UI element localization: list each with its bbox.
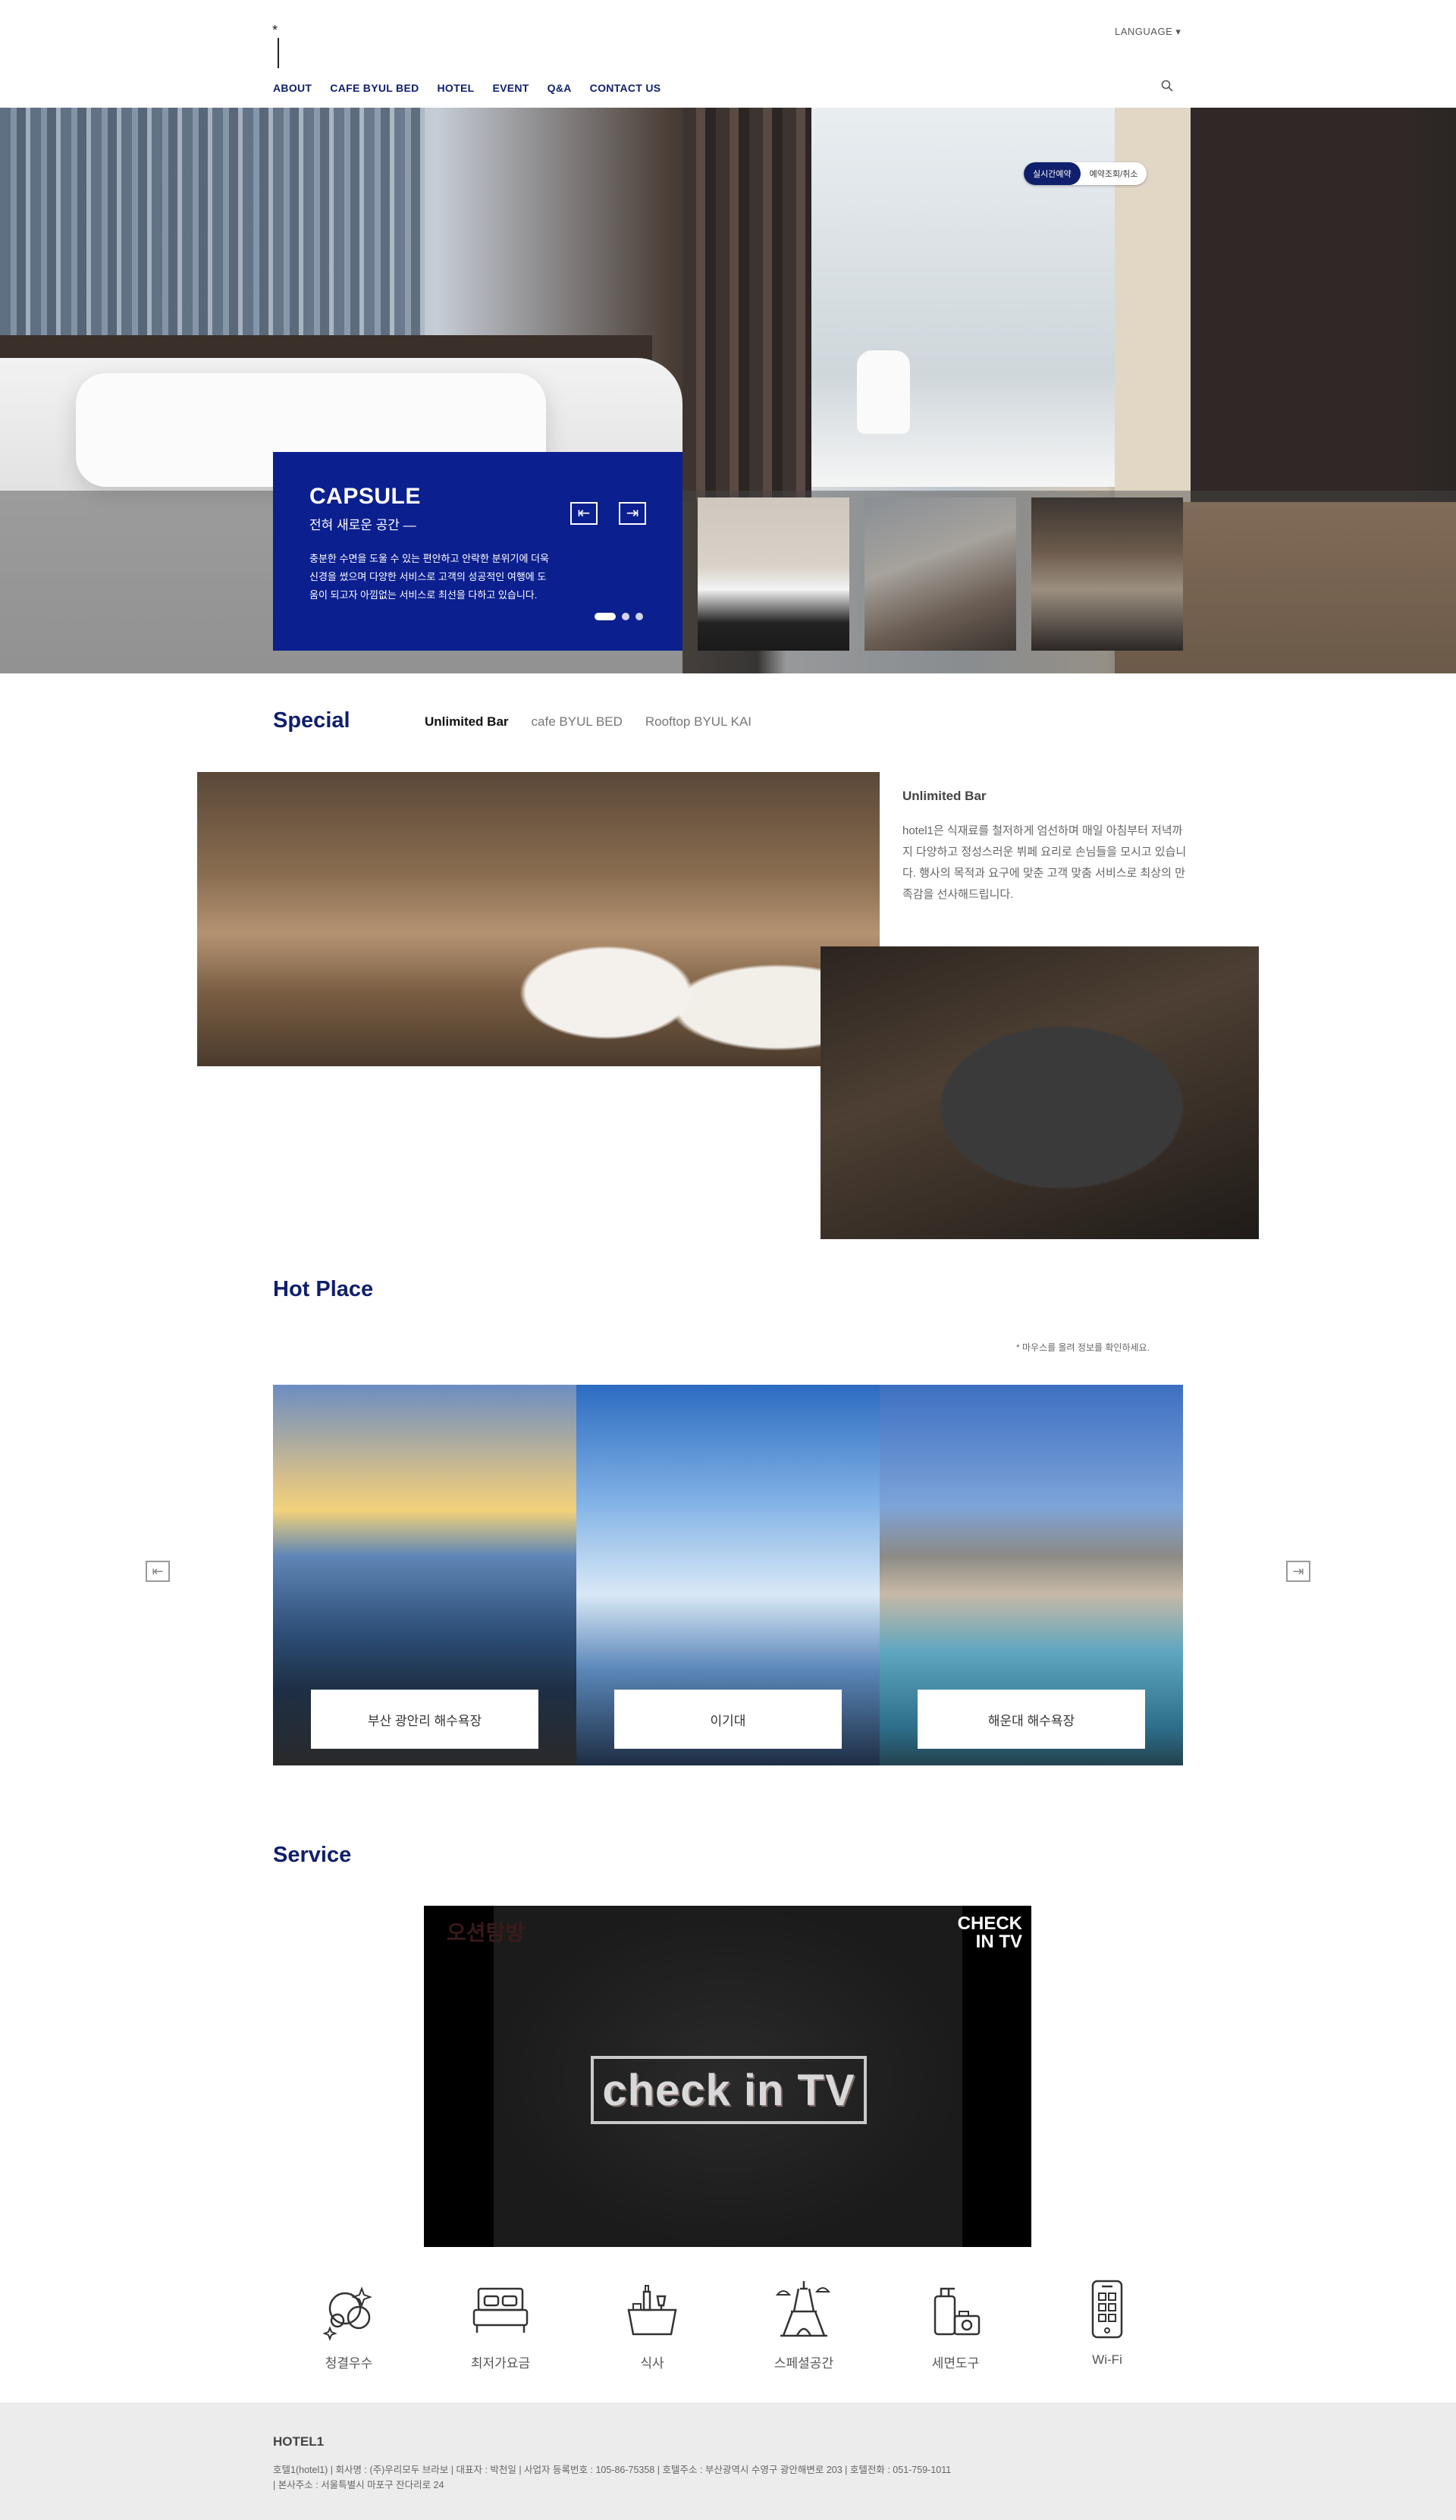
service-label: 스페셜공간 [774, 2356, 834, 2371]
nav-event[interactable]: EVENT [492, 82, 529, 94]
service-label: 청결우수 [325, 2356, 373, 2371]
prev-arrow-icon[interactable]: ⇤ [570, 502, 598, 525]
service-item-special-space: 스페셜공간 [758, 2275, 849, 2371]
slide-thumbnail-3[interactable] [1031, 497, 1183, 651]
slide-thumbnail-2[interactable] [864, 497, 1016, 651]
toiletries-icon [934, 2287, 981, 2336]
service-label: 식사 [640, 2356, 664, 2371]
service-item-toiletries: 세면도구 [910, 2275, 1001, 2371]
slide-thumbnail-1[interactable] [698, 497, 849, 651]
pagination-dot-3[interactable] [635, 613, 643, 620]
footer-hq-address: | 본사주소 : 서울특별시 마포구 잔다리로 24 [273, 2480, 444, 2490]
hot-place-prev-icon[interactable]: ⇤ [146, 1561, 170, 1582]
tab-booking-lookup[interactable]: 예약조회/취소 [1081, 162, 1147, 185]
video-corner-logo: CHECK IN TV [957, 1913, 1022, 1952]
hot-place-label: 부산 광안리 해수욕장 [311, 1690, 538, 1749]
service-title: Service [273, 1843, 352, 1867]
special-heading: Unlimited Bar [902, 789, 987, 803]
hero-curtain [682, 108, 811, 502]
service-item-meal: 식사 [607, 2275, 698, 2371]
footer-company-info: 호텔1(hotel1) | 회사명 : (주)우리모두 브라보 | 대표자 : … [273, 2465, 952, 2475]
special-title: Special [273, 708, 350, 733]
language-selector[interactable]: LANGUAGE ▾ [1115, 26, 1181, 38]
special-photo-plate [821, 946, 1259, 1239]
bed-icon [472, 2287, 529, 2333]
eiffel-tower-icon [775, 2281, 831, 2337]
reservation-tabs: 실시간예약 예약조회/취소 [1024, 162, 1147, 185]
hero-door [1191, 108, 1418, 502]
next-arrow-icon[interactable]: ⇥ [619, 502, 646, 525]
nav-cafe-byul-bed[interactable]: CAFE BYUL BED [330, 82, 419, 94]
slide-arrows: ⇤ ⇥ [570, 502, 646, 525]
nav-hotel[interactable]: HOTEL [438, 82, 475, 94]
hot-place-card-igidae[interactable]: 이기대 [576, 1385, 880, 1765]
nav-contact-us[interactable]: CONTACT US [590, 82, 661, 94]
hover-hint: * 마우스를 올려 정보를 확인하세요. [1016, 1342, 1150, 1353]
tab-rooftop-byul-kai[interactable]: Rooftop BYUL KAI [645, 714, 752, 730]
video-player[interactable]: 오션탐방 CHECK IN TV check in TV [424, 1906, 1031, 2247]
slide-pagination [595, 613, 643, 620]
hero-toilet [857, 350, 910, 434]
hot-place-title: Hot Place [273, 1277, 374, 1301]
nav-qna[interactable]: Q&A [548, 82, 572, 94]
main-nav: ABOUT CAFE BYUL BED HOTEL EVENT Q&A CONT… [273, 82, 661, 94]
dining-table-icon [627, 2285, 677, 2336]
logo[interactable]: * [272, 23, 278, 39]
special-body: hotel1은 식재료를 철저하게 엄선하며 매일 아침부터 저녁까지 다양하고… [902, 824, 1187, 901]
service-label: 최저가요금 [470, 2356, 531, 2371]
video-watermark: 오션탐방 [447, 1921, 526, 1944]
hot-place-card-gwangalli[interactable]: 부산 광안리 해수욕장 [273, 1385, 576, 1765]
special-photo-buffet [197, 772, 880, 1066]
smartphone-icon [1091, 2280, 1123, 2339]
service-item-price: 최저가요금 [455, 2275, 546, 2371]
nav-about[interactable]: ABOUT [273, 82, 312, 94]
footer-brand: HOTEL1 [273, 2434, 325, 2449]
pagination-dot-1[interactable] [595, 613, 616, 620]
logo-line [278, 38, 279, 68]
service-item-clean: 청결우수 [303, 2275, 394, 2371]
tab-cafe-byul-bed[interactable]: cafe BYUL BED [532, 714, 623, 730]
hot-place-label: 해운대 해수욕장 [918, 1690, 1145, 1749]
hero-slide-card: CAPSULE 전혀 새로운 공간 — 충분한 수면을 도울 수 있는 편안하고… [273, 452, 682, 651]
video-title-logo: check in TV [591, 2056, 867, 2124]
special-tabs: Unlimited Bar cafe BYUL BED Rooftop BYUL… [425, 714, 752, 730]
service-label: Wi-Fi [1092, 2352, 1122, 2367]
pagination-dot-2[interactable] [622, 613, 629, 620]
tab-unlimited-bar[interactable]: Unlimited Bar [425, 714, 509, 730]
special-description: Unlimited Bar hotel1은 식재료를 철저하게 엄선하며 매일 … [902, 789, 1191, 905]
search-icon[interactable] [1160, 79, 1174, 93]
bubbles-icon [322, 2286, 372, 2341]
service-item-wifi: Wi-Fi [1062, 2275, 1153, 2368]
service-label: 세면도구 [931, 2356, 980, 2371]
hot-place-next-icon[interactable]: ⇥ [1286, 1561, 1310, 1582]
hot-place-label: 이기대 [614, 1690, 842, 1749]
hot-place-card-haeundae[interactable]: 해운대 해수욕장 [880, 1385, 1183, 1765]
tab-realtime-booking[interactable]: 실시간예약 [1024, 162, 1081, 185]
slide-description: 충분한 수면을 도울 수 있는 편안하고 안락한 분위기에 더욱 신경을 썼으며… [309, 553, 549, 601]
